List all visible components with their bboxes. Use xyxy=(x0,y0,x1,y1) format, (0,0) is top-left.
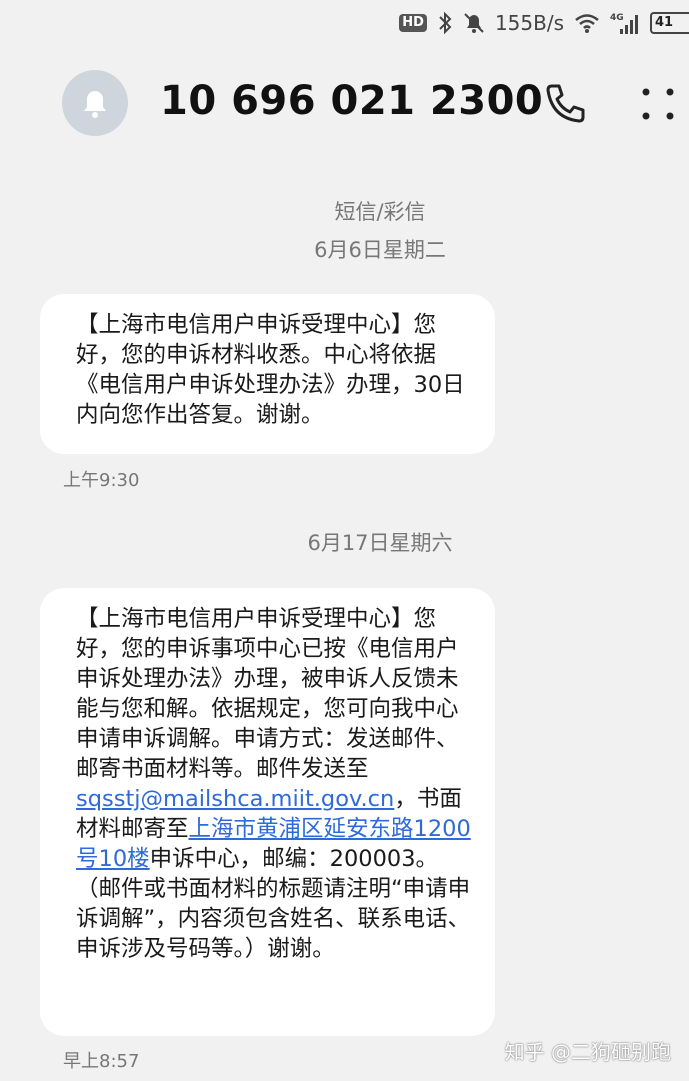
date-separator: 6月6日星期二 xyxy=(314,238,446,262)
bell-icon xyxy=(84,91,106,118)
message-time: 早上8:57 xyxy=(63,1051,140,1072)
conversation-header: 10 696 021 2300 xyxy=(0,60,689,150)
message-bubble[interactable]: 【上海市电信用户申诉受理中心】您好，您的申诉事项中心已按《电信用户申诉处理办法》… xyxy=(40,588,495,1036)
message-text: 【上海市电信用户申诉受理中心】您好，您的申诉事项中心已按《电信用户申诉处理办法》… xyxy=(76,604,471,964)
status-bar: HD 155B/s 4G 41 xyxy=(0,0,689,46)
wifi-icon xyxy=(575,14,599,33)
network-type: 4G xyxy=(610,13,624,23)
status-icons: HD 155B/s 4G 41 xyxy=(399,8,689,38)
message-type-label: 短信/彩信 xyxy=(334,200,426,224)
mute-bell-icon xyxy=(464,13,484,33)
more-options-icon[interactable] xyxy=(638,84,678,124)
hd-badge: HD xyxy=(399,14,427,32)
contact-number: 10 696 021 2300 xyxy=(160,78,544,124)
message-bubble[interactable]: 【上海市电信用户申诉受理中心】您好，您的申诉材料收悉。中心将依据《电信用户申诉处… xyxy=(40,294,495,454)
email-link[interactable]: sqsstj@mailshca.miit.gov.cn xyxy=(76,786,394,812)
date-separator: 6月17日星期六 xyxy=(307,531,453,555)
message-time: 上午9:30 xyxy=(63,470,140,491)
battery-icon: 41 xyxy=(650,12,689,34)
phone-call-icon[interactable] xyxy=(542,80,588,126)
message-text: 【上海市电信用户申诉受理中心】您好，您的申诉材料收悉。中心将依据《电信用户申诉处… xyxy=(76,312,465,428)
bluetooth-icon xyxy=(439,11,452,35)
message-text-part: 【上海市电信用户申诉受理中心】您好，您的申诉事项中心已按《电信用户申诉处理办法》… xyxy=(76,606,459,782)
avatar[interactable] xyxy=(62,70,128,136)
network-speed: 155B/s xyxy=(494,11,564,35)
watermark: 知乎 @二狗砸别跑 xyxy=(504,1040,671,1064)
signal-icon: 4G xyxy=(610,13,638,34)
